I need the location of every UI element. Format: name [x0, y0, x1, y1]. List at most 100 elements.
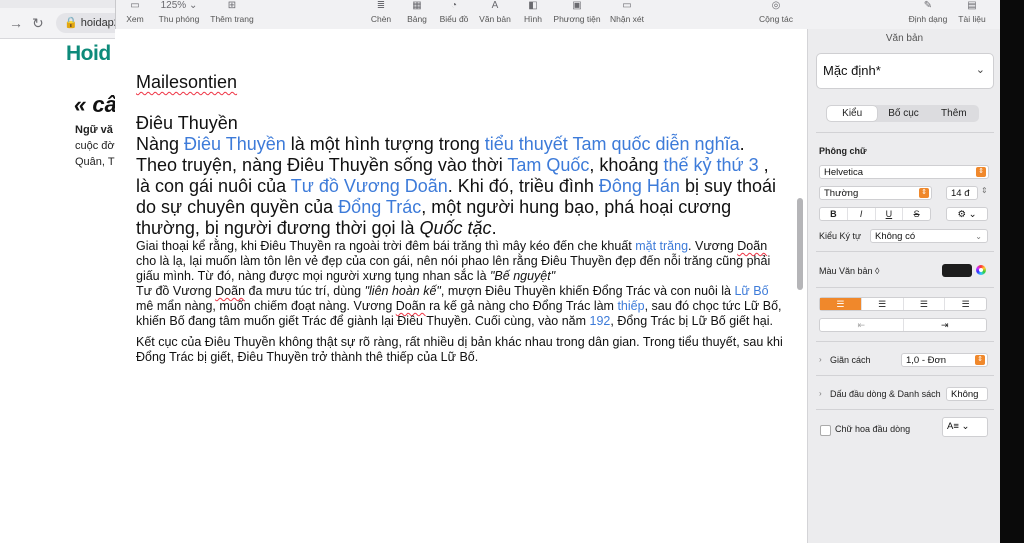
toolbar-item[interactable]: 125% ⌄ Thu phóng — [158, 0, 200, 29]
popup-arrows-icon: ⇕ — [975, 355, 985, 365]
text-format-buttons: B I U S — [819, 207, 931, 221]
font-family-select[interactable]: Helvetica ⇕ — [819, 165, 989, 179]
dropcap-preview-icon: A≡ ⌄ — [947, 421, 970, 432]
hyperlink[interactable]: Đổng Trác — [338, 197, 421, 217]
background-browser-window: → ↻ 🔒 hoidap2 Hoid « câ Ngữ vă cuộc đờ Q… — [0, 0, 144, 543]
hyperlink[interactable]: Tư đồ Vương Doãn — [291, 176, 448, 196]
toolbar-icon: ▦ — [412, 0, 422, 11]
toolbar-item[interactable]: A Văn bản — [475, 0, 515, 29]
author-name[interactable]: Mailesontien — [136, 72, 786, 93]
toolbar-label: Thu phóng — [158, 14, 200, 24]
hyperlink[interactable]: thiếp — [617, 299, 644, 313]
toolbar-icon: ▭ — [130, 0, 140, 11]
toolbar-label: Văn bản — [479, 14, 511, 24]
forward-arrow-icon[interactable]: → — [9, 15, 23, 31]
toolbar-item[interactable]: ⊞ Thêm trang — [210, 0, 253, 29]
text-color-swatch[interactable] — [942, 264, 972, 277]
hyperlink[interactable]: Đông Hán — [599, 176, 680, 196]
disclosure-triangle-icon[interactable]: › — [819, 389, 822, 398]
align-center-icon[interactable]: ☰ — [862, 298, 904, 310]
font-size-field[interactable]: 14 đ — [946, 186, 978, 200]
dropcap-checkbox[interactable] — [820, 425, 831, 436]
decrease-indent-icon[interactable]: ⇤ — [820, 319, 904, 331]
site-logo[interactable]: Hoid — [66, 42, 111, 66]
font-style-value: Thường — [824, 188, 859, 199]
toolbar-item[interactable]: ≣ Chèn — [361, 0, 401, 29]
paragraph-legend[interactable]: Giai thoại kể rằng, khi Điêu Thuyền ra n… — [136, 239, 786, 284]
hyperlink[interactable]: mặt trăng — [635, 239, 688, 253]
text-run: là một hình tượng trong — [285, 134, 485, 154]
toolbar-label: Chèn — [370, 14, 392, 24]
spacing-select[interactable]: 1,0 - Đơn ⇕ — [901, 353, 988, 367]
hyperlink[interactable]: tiểu thuyết Tam quốc diễn nghĩa — [485, 134, 740, 154]
popup-arrows-icon: ⇕ — [919, 188, 929, 198]
font-style-select[interactable]: Thường ⇕ — [819, 186, 932, 200]
text-run: "liên hoàn kế" — [364, 284, 441, 298]
indent-buttons: ⇤ ⇥ — [819, 318, 987, 332]
spacing-label: Giãn cách — [830, 355, 871, 365]
hyperlink[interactable]: Điêu Thuyền — [184, 134, 286, 154]
chevron-down-icon: ⌄ — [975, 64, 985, 76]
page-heading: « câ — [74, 92, 117, 117]
hyperlink[interactable]: 192 — [590, 314, 611, 328]
italic-button[interactable]: I — [848, 208, 876, 220]
paragraph-style-popup[interactable]: Mặc định* ⌄ — [816, 53, 994, 89]
font-section-label: Phông chữ — [819, 146, 867, 156]
tab-style[interactable]: Kiểu — [827, 106, 878, 121]
toolbar-item[interactable]: ▭ Nhận xét — [607, 0, 647, 29]
toolbar-label: Nhận xét — [609, 14, 645, 24]
paragraph-plot[interactable]: Tư đồ Vương Doãn đa mưu túc trí, dùng "l… — [136, 284, 786, 329]
underline-button[interactable]: U — [876, 208, 904, 220]
divider — [816, 375, 994, 376]
align-justify-icon[interactable]: ☰ — [945, 298, 986, 310]
inspector-title: Văn bản — [885, 33, 924, 44]
toolbar-icon: ◧ — [528, 0, 538, 11]
char-style-label: Kiểu Ký tự — [819, 231, 862, 241]
tab-layout[interactable]: Bố cục — [878, 105, 928, 122]
dropcap-style-select[interactable]: A≡ ⌄ — [942, 417, 988, 437]
toolbar-item[interactable]: ▤ Tài liệu — [952, 0, 992, 29]
toolbar-item[interactable]: ▦ Bảng — [397, 0, 437, 29]
bullets-value: Không — [951, 389, 979, 400]
toolbar-label: Tài liệu — [958, 14, 986, 24]
toolbar-item[interactable]: ✎ Định dạng — [908, 0, 948, 29]
toolbar-item[interactable]: ▣ Phương tiện — [553, 0, 600, 29]
format-inspector: Văn bản Mặc định* ⌄ Kiểu Bố cục Thêm Phô… — [807, 29, 1001, 543]
toolbar-item[interactable]: ◧ Hình — [513, 0, 553, 29]
toolbar-item[interactable]: ◎ Cộng tác — [756, 0, 796, 29]
toolbar-label: Hình — [524, 14, 542, 24]
reload-icon[interactable]: ↻ — [32, 15, 44, 32]
strikethrough-button[interactable]: S — [903, 208, 930, 220]
disclosure-triangle-icon[interactable]: › — [819, 355, 822, 364]
text-run: "Bế nguyệt" — [490, 269, 556, 283]
paragraph-intro[interactable]: Nàng Điêu Thuyền là một hình tượng trong… — [136, 134, 786, 239]
toolbar-label: Bảng — [407, 14, 427, 24]
dropcap-label: Chữ hoa đầu dòng — [835, 424, 911, 434]
bullets-select[interactable]: Không — [946, 387, 988, 401]
toolbar-item[interactable]: ◔ Biểu đồ — [434, 0, 474, 29]
char-style-select[interactable]: Không có ⌄ — [870, 229, 988, 243]
tab-more[interactable]: Thêm — [929, 105, 979, 122]
hyperlink[interactable]: thế kỷ thứ 3 — [663, 155, 758, 175]
text-run: Nàng — [136, 134, 185, 154]
align-left-icon[interactable]: ☰ — [820, 298, 862, 310]
page-text-line: Ngữ vă — [75, 124, 113, 136]
document-scrollbar[interactable] — [797, 198, 803, 290]
text-run: . — [491, 218, 497, 238]
font-size-stepper-icon[interactable]: ⇕ — [981, 186, 988, 195]
divider — [816, 132, 994, 133]
divider — [816, 341, 994, 342]
text-options-button[interactable]: ⚙ ⌄ — [946, 207, 988, 221]
document-title[interactable]: Điêu Thuyền — [136, 113, 786, 134]
toolbar-item[interactable]: ▭ Xem — [115, 0, 155, 29]
align-right-icon[interactable]: ☰ — [904, 298, 946, 310]
page-text-line: Quân, T — [75, 156, 115, 168]
increase-indent-icon[interactable]: ⇥ — [904, 319, 987, 331]
paragraph-ending[interactable]: Kết cục của Điêu Thuyền không thật sự rõ… — [136, 335, 786, 365]
color-wheel-icon[interactable] — [976, 265, 986, 275]
chevron-down-icon: ⌄ — [975, 232, 982, 241]
bold-button[interactable]: B — [820, 208, 848, 220]
hyperlink[interactable]: Lữ Bố — [734, 284, 768, 298]
hyperlink[interactable]: Tam Quốc — [507, 155, 589, 175]
document-page[interactable]: Mailesontien Điêu Thuyền Nàng Điêu Thuyề… — [136, 72, 786, 365]
